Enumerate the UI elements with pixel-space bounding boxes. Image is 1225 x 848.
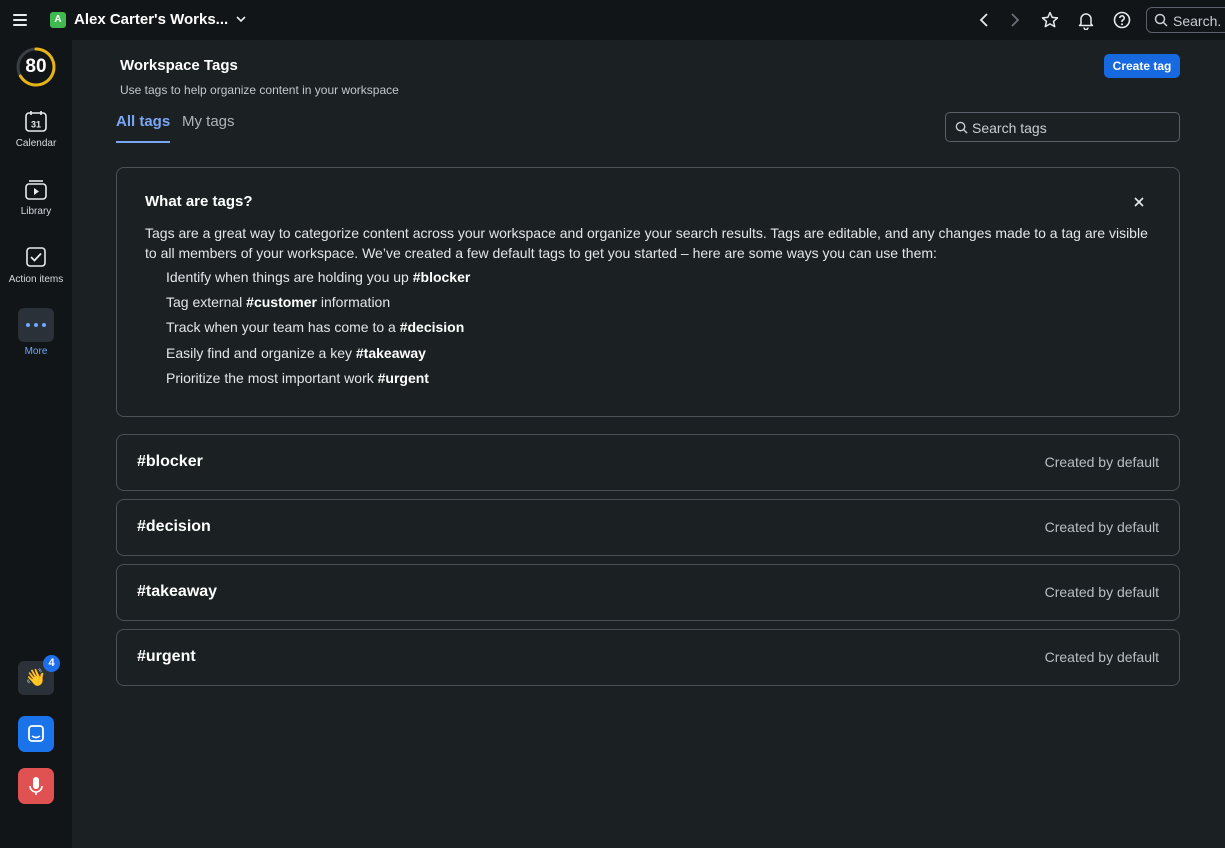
chat-button[interactable] xyxy=(18,716,54,752)
bell-icon[interactable] xyxy=(1076,10,1096,30)
library-icon xyxy=(25,180,47,200)
tag-name: #takeaway xyxy=(137,583,218,600)
info-title: What are tags? xyxy=(145,193,253,210)
tag-row[interactable]: #takeaway Created by default xyxy=(116,564,1180,621)
create-tag-button[interactable]: Create tag xyxy=(1104,54,1180,78)
score-value: 80 xyxy=(25,56,47,77)
chat-icon xyxy=(28,725,44,742)
notification-badge: 4 xyxy=(43,655,60,672)
page-title: Workspace Tags xyxy=(120,57,238,74)
list-item: Easily find and organize a key #takeaway xyxy=(166,344,426,361)
top-bar: A Alex Carter's Works... Search. xyxy=(0,0,1225,40)
global-search-label: Search. xyxy=(1173,13,1222,29)
main-content: Workspace Tags Use tags to help organize… xyxy=(72,40,1225,848)
calendar-day: 31 xyxy=(31,120,41,130)
tag-row[interactable]: #urgent Created by default xyxy=(116,629,1180,686)
tag-search-box[interactable] xyxy=(945,112,1180,142)
microphone-icon xyxy=(29,777,43,795)
workspace-name[interactable]: Alex Carter's Works... xyxy=(74,11,228,28)
sidebar-item-library[interactable]: Library xyxy=(0,176,72,217)
sidebar-item-action-items[interactable]: Action items xyxy=(0,244,72,285)
list-item: Identify when things are holding you up … xyxy=(166,269,471,285)
tab-my-tags[interactable]: My tags xyxy=(182,113,235,130)
tag-meta: Created by default xyxy=(1044,519,1159,535)
sidebar: 80 31 Calendar Library Action items More… xyxy=(0,40,72,848)
tag-mention: #decision xyxy=(399,319,465,336)
tag-name: #urgent xyxy=(137,648,196,665)
search-icon xyxy=(955,121,968,134)
tag-mention: #urgent xyxy=(377,369,429,386)
star-icon[interactable] xyxy=(1040,10,1060,30)
tag-meta: Created by default xyxy=(1044,454,1159,470)
global-search-input[interactable]: Search. xyxy=(1146,7,1225,33)
tag-name: #decision xyxy=(137,518,211,535)
list-item: Tag external #customer information xyxy=(166,294,391,311)
active-tab-indicator xyxy=(116,141,170,143)
forward-arrow-icon[interactable] xyxy=(1005,10,1025,30)
close-icon[interactable] xyxy=(1132,195,1146,209)
tag-name: #blocker xyxy=(137,453,203,470)
chevron-down-icon[interactable] xyxy=(234,12,248,26)
record-button[interactable] xyxy=(18,768,54,804)
help-icon[interactable] xyxy=(1112,10,1132,30)
sidebar-item-label: Library xyxy=(20,206,52,217)
list-item: Prioritize the most important work #urge… xyxy=(166,369,429,386)
score-gauge[interactable]: 80 xyxy=(15,46,57,88)
tag-meta: Created by default xyxy=(1044,649,1159,665)
calendar-icon: 31 xyxy=(25,111,47,132)
sidebar-item-label: Action items xyxy=(8,274,64,285)
tag-search-input[interactable] xyxy=(972,119,1172,137)
hamburger-menu-icon[interactable] xyxy=(10,10,30,30)
tag-row[interactable]: #blocker Created by default xyxy=(116,434,1180,491)
info-list: Identify when things are holding you up … xyxy=(166,268,470,394)
info-body: Tags are a great way to categorize conte… xyxy=(145,225,1148,261)
sidebar-item-label: Calendar xyxy=(15,138,57,149)
list-item: Track when your team has come to a #deci… xyxy=(166,319,465,336)
tag-meta: Created by default xyxy=(1044,584,1159,600)
tag-mention: #customer xyxy=(246,294,317,311)
tag-row[interactable]: #decision Created by default xyxy=(116,499,1180,556)
tag-mention: #takeaway xyxy=(355,344,426,361)
page-subtitle: Use tags to help organize content in you… xyxy=(120,83,399,97)
tab-all-tags[interactable]: All tags xyxy=(116,113,170,130)
info-card: What are tags? Tags are a great way to c… xyxy=(116,167,1180,417)
sidebar-item-calendar[interactable]: 31 Calendar xyxy=(0,108,72,149)
sidebar-item-more[interactable]: More xyxy=(0,308,72,357)
checkbox-icon xyxy=(26,247,46,267)
tag-mention: #blocker xyxy=(412,269,471,285)
back-arrow-icon[interactable] xyxy=(974,10,994,30)
more-icon xyxy=(18,308,54,342)
sidebar-item-label: More xyxy=(24,346,48,357)
workspace-avatar[interactable]: A xyxy=(50,12,66,28)
search-icon xyxy=(1154,13,1168,27)
